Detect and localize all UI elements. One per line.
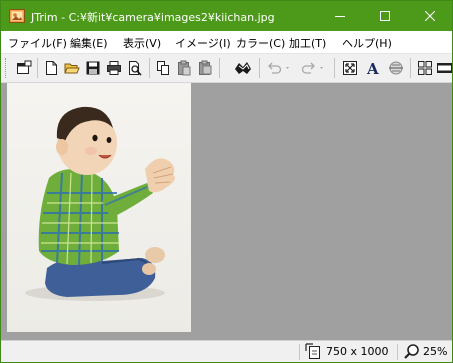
menu-bar: ファイル(F) 編集(E) 表示(V) イメージ(I) カラー(C) 加工(T)… bbox=[1, 31, 452, 54]
print-preview-button[interactable] bbox=[125, 58, 145, 78]
image-workspace[interactable] bbox=[1, 83, 452, 340]
menu-image[interactable]: イメージ(I) bbox=[175, 35, 231, 51]
toolbar-separator bbox=[410, 58, 411, 78]
center-icon bbox=[389, 61, 403, 75]
undo-button[interactable] bbox=[265, 58, 293, 78]
toolbar-grip[interactable] bbox=[5, 58, 9, 78]
maximize-button[interactable] bbox=[362, 1, 407, 31]
menu-view[interactable]: 表示(V) bbox=[123, 35, 161, 51]
redo-button[interactable] bbox=[299, 58, 327, 78]
copy-button[interactable] bbox=[153, 58, 173, 78]
toolbar-separator bbox=[259, 58, 260, 78]
zoom-icon bbox=[404, 344, 419, 359]
print-button[interactable] bbox=[104, 58, 124, 78]
paste-icon bbox=[178, 60, 191, 76]
window-button[interactable] bbox=[14, 58, 34, 78]
menu-color[interactable]: カラー(C) bbox=[236, 35, 285, 51]
save-button[interactable] bbox=[83, 58, 103, 78]
image-dimensions: 750 x 1000 bbox=[326, 345, 389, 358]
print-preview-icon bbox=[129, 61, 142, 76]
toolbar: A bbox=[1, 54, 452, 83]
menu-help[interactable]: ヘルプ(H) bbox=[342, 35, 392, 51]
toolbar-separator bbox=[149, 58, 150, 78]
toolbar-separator bbox=[37, 58, 38, 78]
open-folder-icon bbox=[64, 63, 80, 74]
grid-view-icon bbox=[418, 61, 432, 75]
text-icon: A bbox=[366, 60, 379, 76]
open-button[interactable] bbox=[62, 58, 82, 78]
paste-new-icon bbox=[199, 60, 212, 75]
text-button[interactable]: A bbox=[363, 58, 383, 78]
minimize-button[interactable] bbox=[317, 1, 362, 31]
menu-edit[interactable]: 編集(E) bbox=[70, 35, 108, 51]
window-icon bbox=[17, 60, 32, 74]
toolbar-separator bbox=[334, 58, 335, 78]
crop-button[interactable] bbox=[233, 58, 253, 78]
undo-icon bbox=[268, 62, 289, 74]
window-title: JTrim - C:¥新it¥camera¥images2¥kiichan.jp… bbox=[31, 11, 275, 24]
photo-baby-icon bbox=[7, 83, 191, 332]
crop-icon bbox=[235, 62, 251, 74]
print-icon bbox=[107, 61, 121, 75]
status-bar: 750 x 1000 25% bbox=[1, 340, 452, 362]
save-icon bbox=[86, 61, 100, 75]
filmstrip-icon bbox=[437, 63, 452, 73]
redo-icon bbox=[301, 62, 323, 74]
paste-button[interactable] bbox=[174, 58, 194, 78]
svg-text:A: A bbox=[366, 60, 379, 76]
image-size-icon bbox=[305, 343, 320, 359]
close-button[interactable] bbox=[407, 1, 452, 31]
status-divider bbox=[397, 344, 398, 360]
fit-window-icon bbox=[343, 61, 357, 75]
menu-process[interactable]: 加工(T) bbox=[289, 35, 326, 51]
new-button[interactable] bbox=[41, 58, 61, 78]
menu-file[interactable]: ファイル(F) bbox=[8, 35, 67, 51]
close-icon bbox=[424, 11, 435, 21]
maximize-icon bbox=[379, 11, 390, 21]
copy-icon bbox=[157, 61, 169, 75]
paste-new-button[interactable] bbox=[195, 58, 215, 78]
fit-window-button[interactable] bbox=[340, 58, 360, 78]
app-icon bbox=[9, 9, 25, 23]
zoom-level: 25% bbox=[423, 345, 448, 358]
filmstrip-button[interactable] bbox=[436, 58, 452, 78]
center-button[interactable] bbox=[386, 58, 406, 78]
title-bar: JTrim - C:¥新it¥camera¥images2¥kiichan.jp… bbox=[1, 1, 452, 31]
new-file-icon bbox=[46, 61, 57, 75]
toolbar-separator bbox=[219, 58, 220, 78]
image-canvas[interactable] bbox=[7, 83, 191, 332]
minimize-icon bbox=[334, 16, 345, 17]
status-divider bbox=[299, 344, 300, 360]
grid-view-button[interactable] bbox=[415, 58, 435, 78]
app-window: JTrim - C:¥新it¥camera¥images2¥kiichan.jp… bbox=[0, 0, 453, 363]
